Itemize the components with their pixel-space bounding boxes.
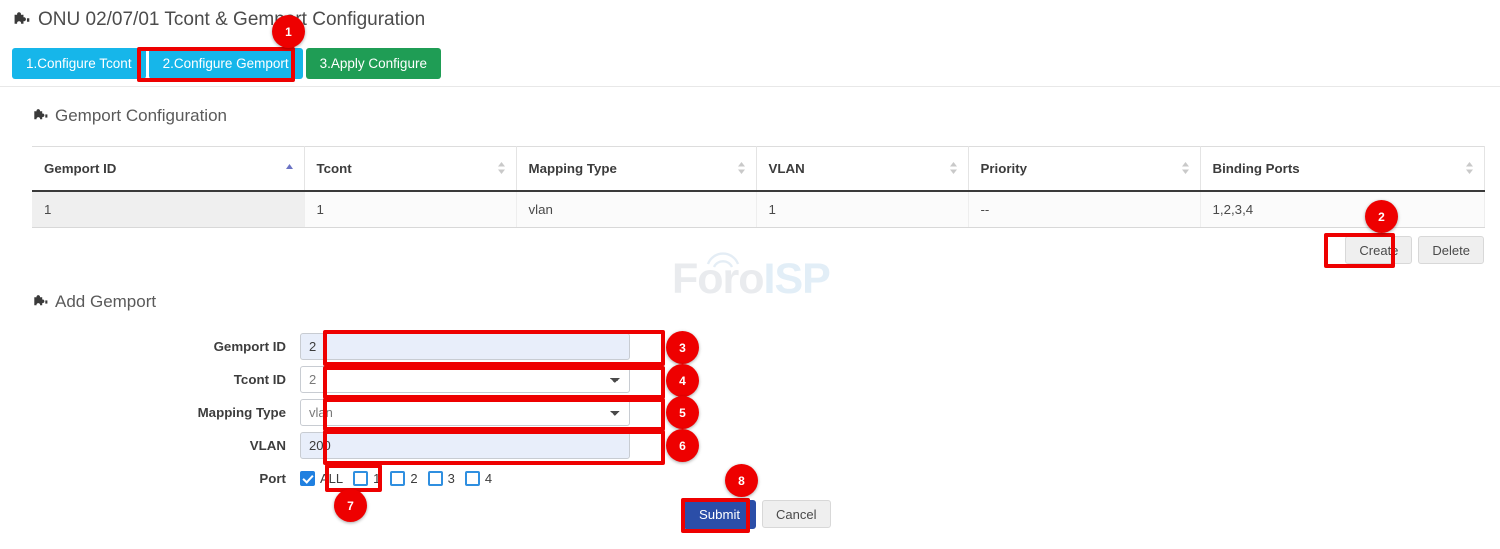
cancel-button[interactable]: Cancel — [762, 500, 830, 528]
wifi-arc-icon — [706, 250, 740, 268]
sort-both-icon — [949, 161, 958, 175]
port-checkbox-3[interactable]: 3 — [428, 471, 455, 486]
sort-both-icon — [737, 161, 746, 175]
column-label: Gemport ID — [44, 161, 116, 176]
cell-vlan: 1 — [756, 191, 968, 228]
page-root: ForoISP ONU 02/07/01 Tcont & Gemport Con… — [0, 0, 1500, 549]
port-checkbox-label: 1 — [373, 471, 380, 486]
create-button[interactable]: Create — [1345, 236, 1412, 264]
gemport-table-wrapper: Gemport ID Tcont Mapping Type — [32, 146, 1484, 228]
form-row-tcont-id: Tcont ID 2 — [0, 363, 1500, 395]
column-label: Binding Ports — [1213, 161, 1300, 176]
table-action-buttons: Create Delete — [1345, 236, 1484, 264]
port-checkbox-4[interactable]: 4 — [465, 471, 492, 486]
form-row-vlan: VLAN — [0, 429, 1500, 461]
port-checkbox-group: ALL 1 2 3 4 — [300, 465, 502, 492]
column-header-priority[interactable]: Priority — [968, 147, 1200, 191]
label-tcont-id: Tcont ID — [0, 372, 300, 387]
port-checkbox-2[interactable]: 2 — [390, 471, 417, 486]
port-checkbox-1[interactable]: 1 — [353, 471, 380, 486]
cell-binding-ports: 1,2,3,4 — [1200, 191, 1484, 228]
add-gemport-heading: Add Gemport — [32, 292, 156, 312]
cell-tcont: 1 — [304, 191, 516, 228]
gemport-table: Gemport ID Tcont Mapping Type — [32, 146, 1485, 228]
watermark: ForoISP — [672, 248, 832, 310]
add-gemport-form: Gemport ID Tcont ID 2 Mapping Type vlan … — [0, 330, 1500, 495]
port-checkbox-label: 2 — [410, 471, 417, 486]
label-mapping-type: Mapping Type — [0, 405, 300, 420]
section-title: Gemport Configuration — [55, 106, 227, 126]
port-checkbox-label: 4 — [485, 471, 492, 486]
mapping-type-select[interactable]: vlan — [300, 399, 630, 426]
checkbox-icon[interactable] — [353, 471, 368, 486]
tab-configure-gemport[interactable]: 2.Configure Gemport — [149, 48, 303, 79]
tab-configure-tcont[interactable]: 1.Configure Tcont — [12, 48, 146, 79]
sort-both-icon — [1181, 161, 1190, 175]
watermark-secondary: ISP — [764, 255, 830, 303]
form-row-port: Port ALL 1 2 3 — [0, 462, 1500, 494]
table-row[interactable]: 1 1 vlan 1 -- 1,2,3,4 — [32, 191, 1484, 228]
checkbox-icon[interactable] — [300, 471, 315, 486]
sort-both-icon — [1465, 161, 1474, 175]
column-label: VLAN — [769, 161, 805, 176]
tab-apply-configure[interactable]: 3.Apply Configure — [306, 48, 441, 79]
column-label: Tcont — [317, 161, 352, 176]
puzzle-icon — [32, 294, 48, 310]
gemport-id-input[interactable] — [300, 333, 630, 360]
form-submit-row: Submit Cancel — [0, 500, 831, 529]
label-gemport-id: Gemport ID — [0, 339, 300, 354]
column-header-binding-ports[interactable]: Binding Ports — [1200, 147, 1484, 191]
port-checkbox-label: 3 — [448, 471, 455, 486]
form-row-mapping-type: Mapping Type vlan — [0, 396, 1500, 428]
submit-button[interactable]: Submit — [683, 500, 756, 529]
checkbox-icon[interactable] — [390, 471, 405, 486]
checkbox-icon[interactable] — [428, 471, 443, 486]
label-port: Port — [0, 471, 300, 486]
page-header: ONU 02/07/01 Tcont & Gemport Configurati… — [0, 0, 1500, 40]
cell-gemport-id: 1 — [32, 191, 304, 228]
vlan-input[interactable] — [300, 432, 630, 459]
table-header-row: Gemport ID Tcont Mapping Type — [32, 147, 1484, 191]
column-label: Priority — [981, 161, 1028, 176]
port-checkbox-all[interactable]: ALL — [300, 471, 343, 486]
label-vlan: VLAN — [0, 438, 300, 453]
column-label: Mapping Type — [529, 161, 617, 176]
header-divider — [0, 86, 1500, 87]
column-header-vlan[interactable]: VLAN — [756, 147, 968, 191]
cell-priority: -- — [968, 191, 1200, 228]
puzzle-icon — [12, 11, 30, 29]
sort-both-icon — [497, 161, 506, 175]
tab-bar: 1.Configure Tcont 2.Configure Gemport 3.… — [12, 48, 441, 79]
column-header-gemport-id[interactable]: Gemport ID — [32, 147, 304, 191]
form-row-gemport-id: Gemport ID — [0, 330, 1500, 362]
delete-button[interactable]: Delete — [1418, 236, 1484, 264]
port-checkbox-label: ALL — [320, 471, 343, 486]
tcont-id-select[interactable]: 2 — [300, 366, 630, 393]
gemport-configuration-heading: Gemport Configuration — [32, 106, 227, 126]
checkbox-icon[interactable] — [465, 471, 480, 486]
page-title: ONU 02/07/01 Tcont & Gemport Configurati… — [38, 9, 425, 31]
section-title: Add Gemport — [55, 292, 156, 312]
column-header-mapping-type[interactable]: Mapping Type — [516, 147, 756, 191]
puzzle-icon — [32, 108, 48, 124]
cell-mapping-type: vlan — [516, 191, 756, 228]
column-header-tcont[interactable]: Tcont — [304, 147, 516, 191]
sort-asc-icon — [285, 161, 294, 175]
